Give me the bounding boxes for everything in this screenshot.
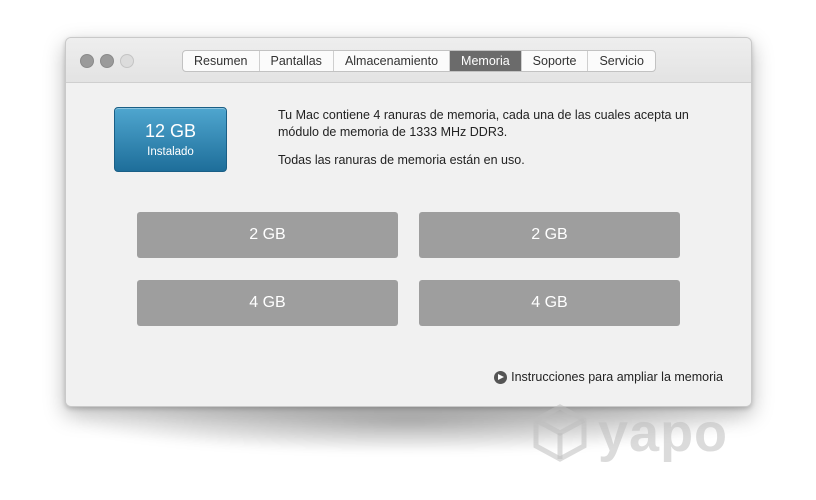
watermark-text: yapo [598, 403, 729, 463]
zoom-button[interactable] [120, 54, 134, 68]
tab-almacenamiento[interactable]: Almacenamiento [334, 51, 451, 71]
memory-installed-badge: 12 GB Instalado [114, 107, 227, 172]
memory-info: Tu Mac contiene 4 ranuras de memoria, ca… [278, 107, 698, 169]
tab-soporte[interactable]: Soporte [522, 51, 589, 71]
memory-slots-description: Tu Mac contiene 4 ranuras de memoria, ca… [278, 108, 689, 139]
tab-bar: Resumen Pantallas Almacenamiento Memoria… [182, 50, 656, 72]
memory-size: 12 GB [144, 121, 197, 141]
memory-slot-1: 2 GB [137, 212, 398, 258]
yapo-watermark: yapo [530, 402, 728, 464]
titlebar: Resumen Pantallas Almacenamiento Memoria… [66, 38, 751, 83]
memory-upgrade-link-label: Instrucciones para ampliar la memoria [511, 370, 723, 384]
memory-status: Instalado [147, 146, 194, 158]
arrow-right-circle-icon [494, 370, 508, 384]
memory-slots-status: Todas las ranuras de memoria están en us… [278, 153, 525, 167]
tab-servicio[interactable]: Servicio [588, 51, 654, 71]
memory-slot-4: 4 GB [419, 280, 680, 326]
system-info-window: Resumen Pantallas Almacenamiento Memoria… [65, 37, 752, 407]
cube-logo-icon [533, 404, 587, 462]
minimize-button[interactable] [100, 54, 114, 68]
memory-slot-3: 4 GB [137, 280, 398, 326]
close-button[interactable] [80, 54, 94, 68]
memory-upgrade-link[interactable]: Instrucciones para ampliar la memoria [494, 370, 723, 384]
tab-pantallas[interactable]: Pantallas [260, 51, 334, 71]
tab-resumen[interactable]: Resumen [183, 51, 260, 71]
tab-memoria[interactable]: Memoria [450, 51, 522, 71]
memory-slot-2: 2 GB [419, 212, 680, 258]
memory-panel: 12 GB Instalado Tu Mac contiene 4 ranura… [66, 83, 751, 406]
